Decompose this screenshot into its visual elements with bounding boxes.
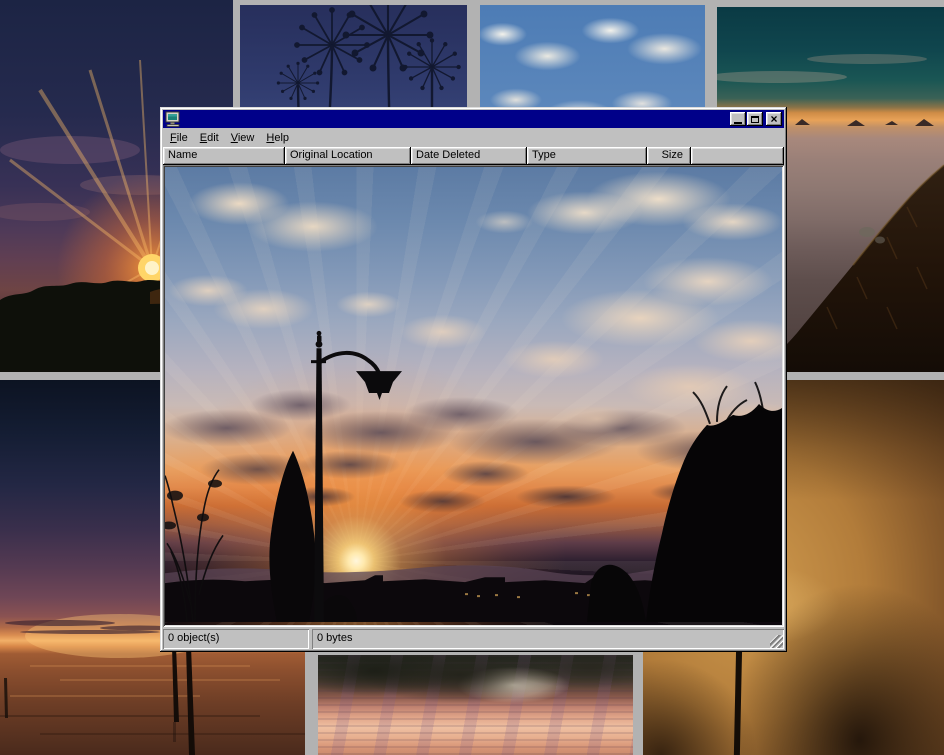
list-column-headers: Name Original Location Date Deleted Type… xyxy=(163,147,784,165)
menu-edit[interactable]: Edit xyxy=(194,130,225,146)
column-header-type[interactable]: Type xyxy=(527,147,647,165)
window-titlebar[interactable]: × xyxy=(163,110,784,128)
maximize-icon xyxy=(751,116,759,123)
close-icon: × xyxy=(770,114,777,124)
computer-icon xyxy=(165,111,181,127)
status-bar: 0 object(s) 0 bytes xyxy=(163,629,784,649)
resize-grip[interactable] xyxy=(770,635,783,648)
column-header-date-deleted[interactable]: Date Deleted xyxy=(411,147,527,165)
status-size-text: 0 bytes xyxy=(317,632,352,644)
column-header-size[interactable]: Size xyxy=(647,147,691,165)
menu-file[interactable]: File xyxy=(164,130,194,146)
close-button[interactable]: × xyxy=(766,112,782,126)
column-header-original-location[interactable]: Original Location xyxy=(285,147,411,165)
status-size: 0 bytes xyxy=(312,629,784,649)
status-object-count: 0 object(s) xyxy=(163,629,309,649)
list-view-area[interactable] xyxy=(163,165,784,627)
maximize-button[interactable] xyxy=(747,112,763,126)
column-header-name[interactable]: Name xyxy=(163,147,285,165)
menu-help[interactable]: Help xyxy=(260,130,295,146)
pole-silhouette xyxy=(734,646,742,755)
photo-silhouettes xyxy=(165,167,782,625)
sunset-lamp-photo xyxy=(165,167,782,625)
minimize-button[interactable] xyxy=(730,112,746,126)
menu-bar: File Edit View Help xyxy=(163,128,784,147)
recycle-bin-window: × File Edit View Help Name Original Loca… xyxy=(160,107,787,652)
background-photo-water-reflections xyxy=(318,655,633,755)
minimize-icon xyxy=(734,122,742,124)
menu-view[interactable]: View xyxy=(225,130,261,146)
column-header-blank xyxy=(691,147,784,165)
